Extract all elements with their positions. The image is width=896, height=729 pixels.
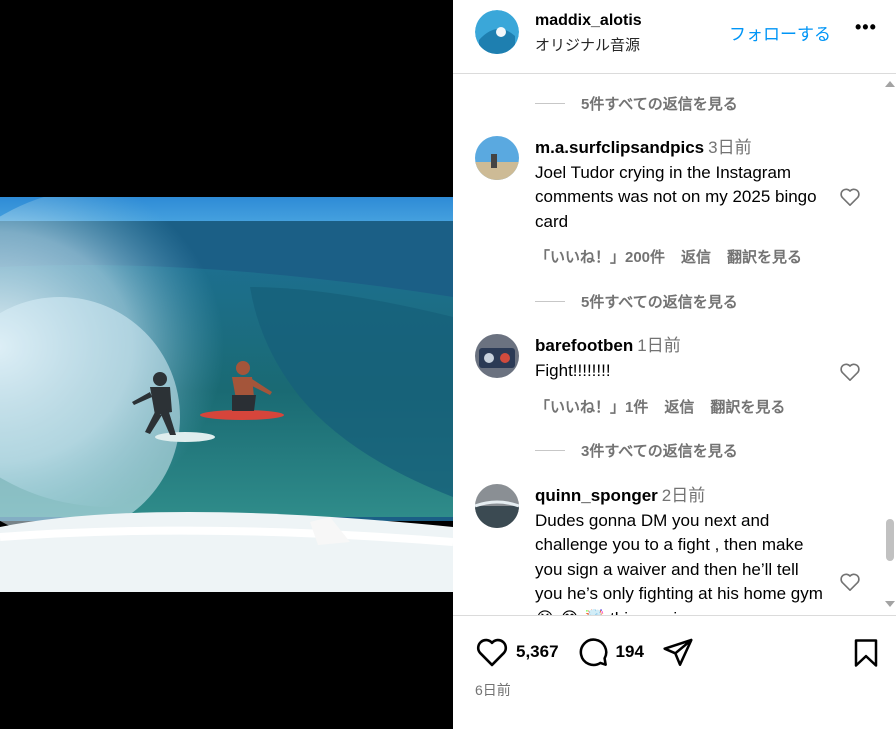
- scroll-up-arrow-icon[interactable]: [885, 81, 895, 87]
- comment-body: m.a.surfclipsandpics 3日前 Joel Tudor cryin…: [535, 136, 825, 234]
- translate-button[interactable]: 翻訳を見る: [710, 396, 785, 417]
- view-replies-label: 3件すべての返信を見る: [581, 442, 738, 460]
- comment-likes[interactable]: 「いいね！」1件: [535, 396, 648, 417]
- post-header: maddix_alotis オリジナル音源 フォローする •••: [453, 0, 896, 74]
- post-panel: maddix_alotis オリジナル音源 フォローする ••• 5件すべての返…: [453, 0, 896, 729]
- comment-username[interactable]: m.a.surfclipsandpics: [535, 138, 704, 157]
- commenter-avatar[interactable]: [475, 334, 519, 378]
- divider-line: [535, 102, 565, 104]
- like-comment-heart-icon[interactable]: [839, 187, 861, 207]
- comment-username[interactable]: quinn_sponger: [535, 486, 658, 505]
- scroll-thumb[interactable]: [886, 519, 894, 561]
- view-replies-link[interactable]: 5件すべての返信を見る: [535, 290, 738, 312]
- surf-video-frame: [0, 197, 453, 592]
- audio-label[interactable]: オリジナル音源: [535, 34, 640, 55]
- comment-time[interactable]: 1日前: [637, 336, 680, 355]
- comment-actions: 「いいね！」1件 返信 翻訳を見る: [535, 396, 785, 417]
- author-avatar[interactable]: [475, 10, 519, 54]
- comment-username[interactable]: barefootben: [535, 336, 633, 355]
- view-replies-link[interactable]: 5件すべての返信を見る: [535, 92, 738, 114]
- share-icon[interactable]: [662, 637, 694, 667]
- comment-text: Fight!!!!!!!!: [535, 360, 611, 380]
- divider-line: [535, 300, 565, 302]
- like-count[interactable]: 5,367: [516, 642, 559, 662]
- comment-count[interactable]: 194: [616, 642, 644, 662]
- reply-button[interactable]: 返信: [664, 396, 694, 417]
- like-comment-heart-icon[interactable]: [839, 572, 861, 592]
- view-replies-label: 5件すべての返信を見る: [581, 95, 738, 113]
- bookmark-icon[interactable]: [853, 638, 879, 673]
- scroll-down-arrow-icon[interactable]: [885, 601, 895, 607]
- comment-actions: 「いいね！」200件 返信 翻訳を見る: [535, 246, 802, 267]
- comments-list: 5件すべての返信を見る m.a.surfclipsandpics 3日前 Joel…: [453, 75, 881, 615]
- action-row: 5,367 194: [475, 636, 694, 668]
- more-options-icon[interactable]: •••: [855, 17, 877, 38]
- comments-scrollbar[interactable]: [883, 75, 896, 615]
- view-replies-link[interactable]: 3件すべての返信を見る: [535, 439, 738, 461]
- post-footer: 5,367 194 6日前: [453, 615, 896, 729]
- comment-text: Joel Tudor crying in the Instagram comme…: [535, 162, 817, 231]
- follow-button[interactable]: フォローする: [729, 20, 831, 45]
- view-replies-label: 5件すべての返信を見る: [581, 293, 738, 311]
- translate-button[interactable]: 翻訳を見る: [727, 246, 802, 267]
- comment-time[interactable]: 3日前: [708, 138, 751, 157]
- commenter-avatar[interactable]: [475, 484, 519, 528]
- video-player[interactable]: [0, 197, 453, 592]
- comment-body: quinn_sponger 2日前 Dudes gonna DM you next…: [535, 484, 825, 615]
- reply-button[interactable]: 返信: [681, 246, 711, 267]
- media-panel: [0, 0, 453, 729]
- commenter-avatar[interactable]: [475, 136, 519, 180]
- author-username[interactable]: maddix_alotis: [535, 12, 642, 30]
- comment-body: barefootben 1日前 Fight!!!!!!!!: [535, 334, 825, 383]
- like-comment-heart-icon[interactable]: [839, 362, 861, 382]
- divider-line: [535, 449, 565, 451]
- comment-time[interactable]: 2日前: [662, 486, 705, 505]
- comment-icon[interactable]: [577, 636, 609, 668]
- comment-likes[interactable]: 「いいね！」200件: [535, 246, 665, 267]
- like-heart-icon[interactable]: [475, 637, 509, 667]
- post-timestamp[interactable]: 6日前: [475, 680, 511, 700]
- comment-text: Dudes gonna DM you next and challenge yo…: [535, 510, 823, 616]
